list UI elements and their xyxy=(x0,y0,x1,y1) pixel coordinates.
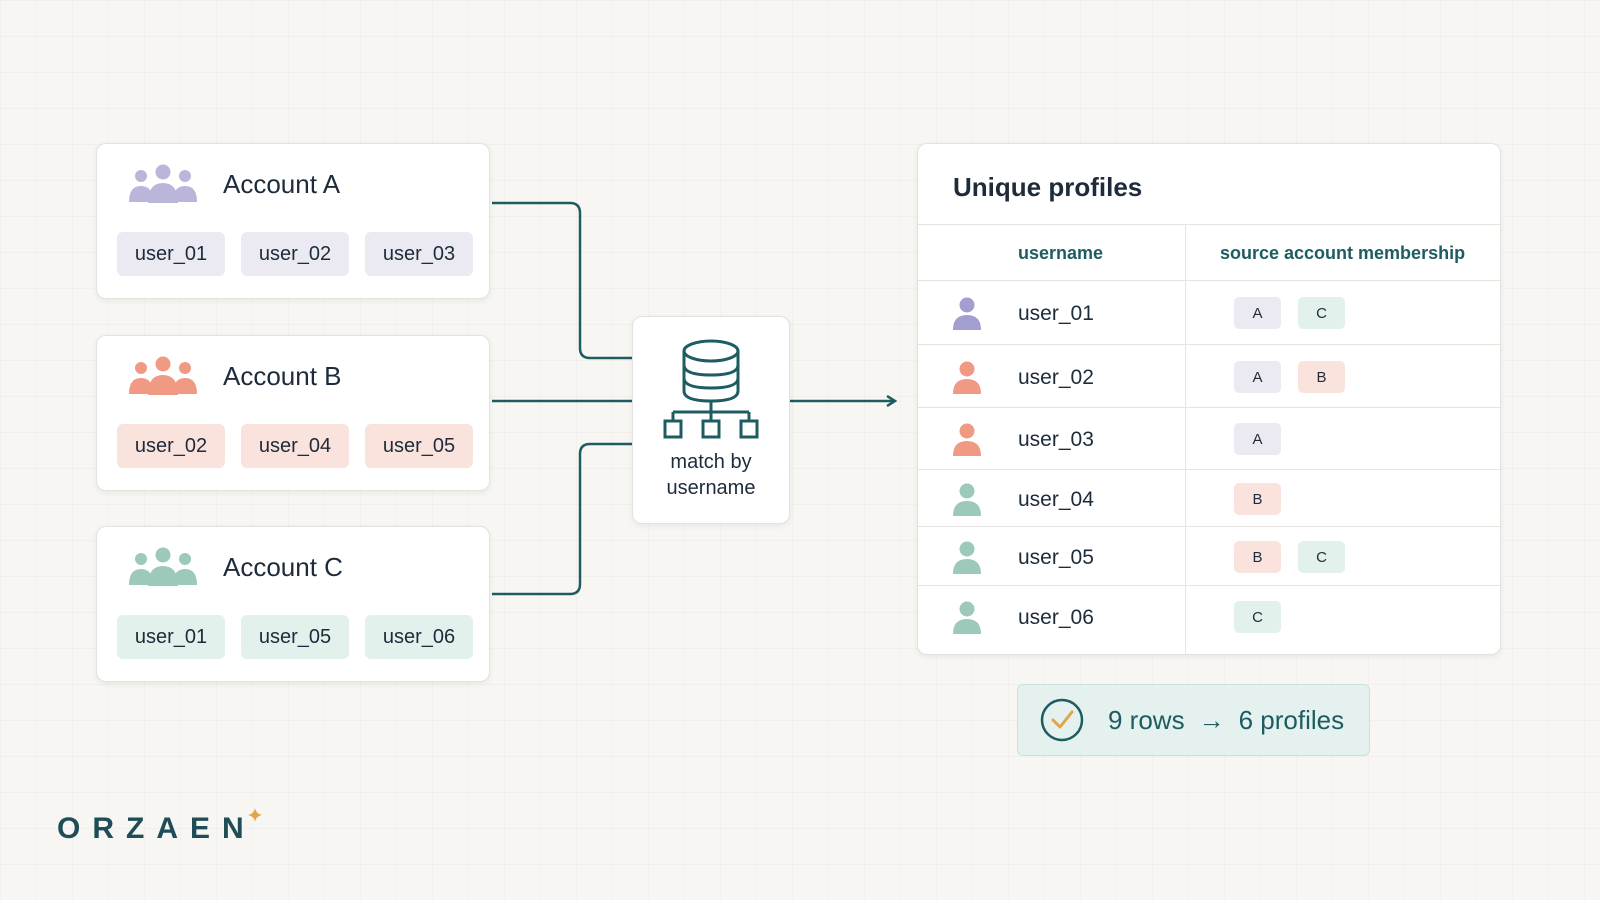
row-username: user_01 xyxy=(1018,302,1094,325)
account-a-card: Account A user_01 user_02 user_03 xyxy=(96,143,490,299)
user-chip: user_04 xyxy=(241,424,349,468)
user-chip: user_02 xyxy=(117,424,225,468)
account-c-card: Account C user_01 user_05 user_06 xyxy=(96,526,490,682)
row-username: user_02 xyxy=(1018,366,1094,389)
person-icon xyxy=(953,423,981,456)
table-row: user_04 B xyxy=(918,470,1500,527)
account-title: Account A xyxy=(223,168,341,199)
user-chip: user_01 xyxy=(117,232,225,276)
source-badge-a: A xyxy=(1234,361,1281,393)
sparkle-icon xyxy=(247,808,262,822)
account-title: Account B xyxy=(223,360,342,391)
source-badge-c: C xyxy=(1298,541,1345,573)
row-username: user_05 xyxy=(1018,546,1094,569)
person-icon xyxy=(953,297,981,330)
check-circle-icon xyxy=(1040,698,1084,742)
user-chip: user_05 xyxy=(241,615,349,659)
person-icon xyxy=(953,601,981,634)
match-label: match by username xyxy=(666,451,756,499)
user-group-icon xyxy=(129,547,197,586)
table-row: user_02 A B xyxy=(918,345,1500,408)
connector-account-a xyxy=(492,201,632,360)
user-chip: user_02 xyxy=(241,232,349,276)
connector-account-c xyxy=(492,442,632,596)
row-username: user_06 xyxy=(1018,606,1094,629)
source-badge-b: B xyxy=(1234,483,1281,515)
user-chip: user_01 xyxy=(117,615,225,659)
user-group-icon xyxy=(129,356,197,395)
column-header-username: username xyxy=(1018,243,1104,263)
summary-rows: 9 rows xyxy=(1108,704,1185,735)
match-node: match by username xyxy=(632,316,790,524)
row-username: user_04 xyxy=(1018,488,1094,511)
user-group-icon xyxy=(129,164,197,203)
person-icon xyxy=(953,541,981,574)
row-username: user_03 xyxy=(1018,428,1094,451)
summary-profiles: 6 profiles xyxy=(1238,704,1345,735)
summary-arrow: → xyxy=(1198,704,1225,735)
source-badge-c: C xyxy=(1234,601,1281,633)
source-badge-c: C xyxy=(1298,297,1345,329)
column-header-source: source account membership xyxy=(1220,243,1466,263)
unique-profiles-table: Unique profiles username source account … xyxy=(917,143,1501,655)
table-row: user_05 B C xyxy=(918,527,1500,586)
source-badge-a: A xyxy=(1234,423,1281,455)
table-row: user_03 A xyxy=(918,408,1500,470)
source-badge-a: A xyxy=(1234,297,1281,329)
user-chip: user_03 xyxy=(365,232,473,276)
table-title: Unique profiles xyxy=(953,172,1143,202)
account-title: Account C xyxy=(223,551,343,582)
table-header: username source account membership xyxy=(918,224,1500,281)
person-icon xyxy=(953,483,981,516)
source-badge-b: B xyxy=(1234,541,1281,573)
database-hierarchy-icon xyxy=(663,339,759,439)
source-badge-b: B xyxy=(1298,361,1345,393)
summary-callout: 9 rows → 6 profiles xyxy=(1017,684,1370,756)
account-b-card: Account B user_02 user_04 user_05 xyxy=(96,335,490,491)
brand-name: ORZAEN xyxy=(57,812,256,845)
user-chip: user_06 xyxy=(365,615,473,659)
table-row: user_06 C xyxy=(918,586,1500,654)
person-icon xyxy=(953,361,981,394)
user-chip: user_05 xyxy=(365,424,473,468)
table-row: user_01 A C xyxy=(918,281,1500,345)
brand-logo: ORZAEN xyxy=(57,808,262,846)
